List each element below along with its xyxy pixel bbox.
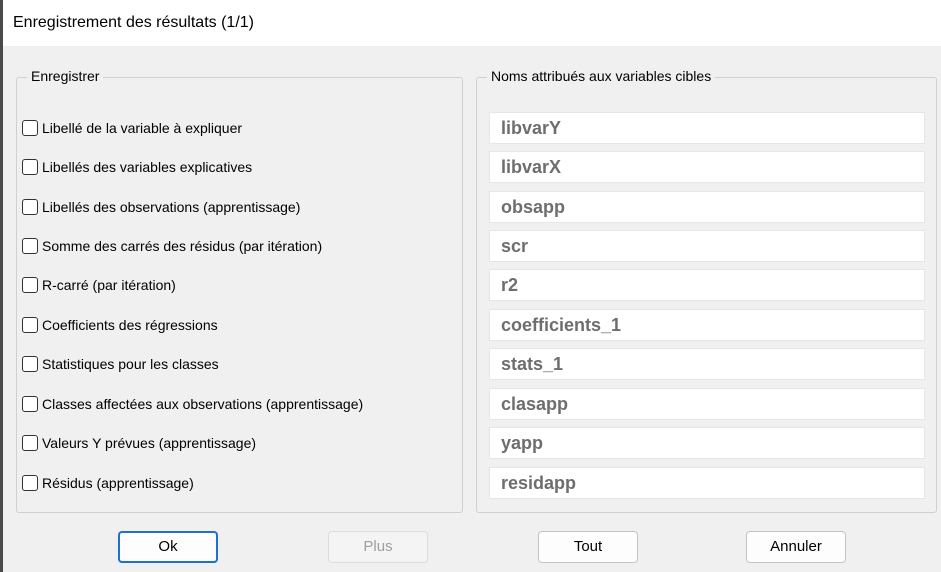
dialog-title: Enregistrement des résultats (1/1) [13, 14, 254, 31]
checkbox-label: Valeurs Y prévues (apprentissage) [42, 435, 257, 451]
checkbox-label: R-carré (par itération) [42, 277, 176, 293]
annuler-button[interactable]: Annuler [746, 531, 846, 563]
checkbox-row-residus[interactable]: Résidus (apprentissage) [22, 471, 194, 495]
checkbox-row-libelles-variables-explicatives[interactable]: Libellés des variables explicatives [22, 155, 252, 179]
save-group-legend: Enregistrer [27, 68, 104, 84]
name-field-r2[interactable]: r2 [489, 269, 925, 301]
checkbox[interactable] [22, 120, 38, 136]
checkbox-label: Coefficients des régressions [42, 317, 218, 333]
checkbox[interactable] [22, 435, 38, 451]
checkbox-label: Statistiques pour les classes [42, 356, 219, 372]
plus-button[interactable]: Plus [328, 531, 428, 563]
checkbox[interactable] [22, 475, 38, 491]
name-field-coefficients[interactable]: coefficients_1 [489, 309, 925, 341]
name-field-stats[interactable]: stats_1 [489, 348, 925, 380]
checkbox-row-valeurs-y-prevues[interactable]: Valeurs Y prévues (apprentissage) [22, 431, 256, 455]
checkbox[interactable] [22, 159, 38, 175]
checkbox-label: Somme des carrés des résidus (par itérat… [42, 238, 323, 254]
checkbox-row-statistiques-classes[interactable]: Statistiques pour les classes [22, 352, 219, 376]
checkbox-row-coefficients-regressions[interactable]: Coefficients des régressions [22, 313, 218, 337]
checkbox-label: Libellé de la variable à expliquer [42, 120, 243, 136]
checkbox-row-somme-carres-residus[interactable]: Somme des carrés des résidus (par itérat… [22, 234, 322, 258]
checkbox[interactable] [22, 317, 38, 333]
checkbox-row-libelles-observations[interactable]: Libellés des observations (apprentissage… [22, 195, 300, 219]
checkbox-row-libelle-variable-expliquer[interactable]: Libellé de la variable à expliquer [22, 116, 242, 140]
checkbox[interactable] [22, 356, 38, 372]
checkbox[interactable] [22, 199, 38, 215]
dialog-window: Enregistrement des résultats (1/1) Enreg… [0, 0, 941, 572]
title-bar: Enregistrement des résultats (1/1) [3, 0, 941, 46]
window-edge [0, 0, 3, 572]
name-field-obsapp[interactable]: obsapp [489, 191, 925, 223]
checkbox-row-classes-affectees[interactable]: Classes affectées aux observations (appr… [22, 392, 363, 416]
name-field-libvarx[interactable]: libvarX [489, 151, 925, 183]
checkbox-label: Libellés des observations (apprentissage… [42, 199, 301, 215]
name-field-residapp[interactable]: residapp [489, 467, 925, 499]
name-field-yapp[interactable]: yapp [489, 427, 925, 459]
checkbox[interactable] [22, 277, 38, 293]
names-group-legend: Noms attribués aux variables cibles [487, 68, 716, 84]
checkbox[interactable] [22, 238, 38, 254]
ok-button[interactable]: Ok [118, 531, 218, 563]
name-field-libvary[interactable]: libvarY [489, 112, 925, 144]
checkbox-label: Classes affectées aux observations (appr… [42, 396, 364, 412]
checkbox-label: Libellés des variables explicatives [42, 159, 253, 175]
name-field-clasapp[interactable]: clasapp [489, 388, 925, 420]
name-field-scr[interactable]: scr [489, 230, 925, 262]
tout-button[interactable]: Tout [538, 531, 638, 563]
checkbox-row-r-carre[interactable]: R-carré (par itération) [22, 273, 176, 297]
checkbox-label: Résidus (apprentissage) [42, 475, 194, 491]
checkbox[interactable] [22, 396, 38, 412]
